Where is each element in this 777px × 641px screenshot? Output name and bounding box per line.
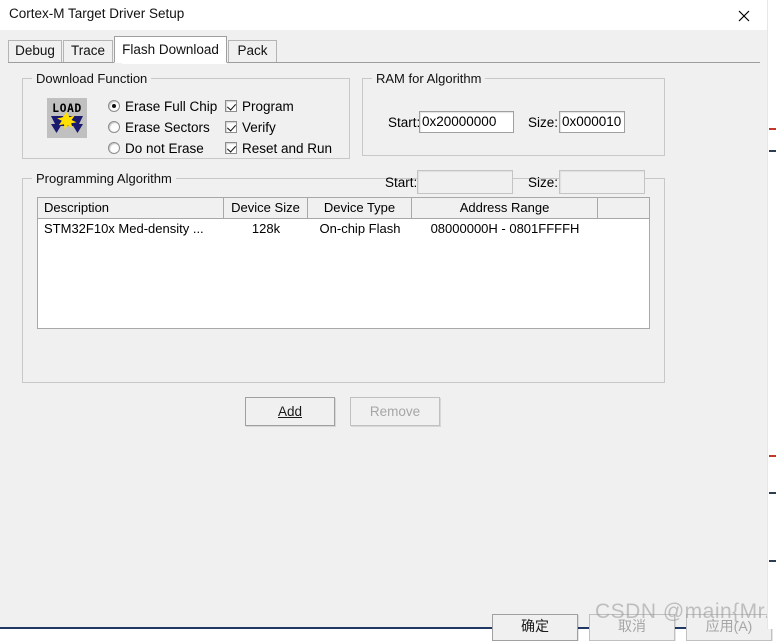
checkbox-indicator xyxy=(225,142,237,154)
download-function-group: Download Function LOAD Erase Full Chip E… xyxy=(22,78,350,159)
tab-flash-download[interactable]: Flash Download xyxy=(114,36,227,63)
window-title: Cortex-M Target Driver Setup xyxy=(9,6,184,21)
tab-pack[interactable]: Pack xyxy=(228,40,277,62)
algorithm-table[interactable]: Description Device Size Device Type Addr… xyxy=(37,197,650,329)
cell-device-size: 128k xyxy=(224,220,308,238)
cell-description: STM32F10x Med-density ... xyxy=(38,220,230,238)
programming-size-label: Size: xyxy=(528,175,558,190)
ram-for-algorithm-title: RAM for Algorithm xyxy=(372,71,485,86)
column-header-description[interactable]: Description xyxy=(38,198,224,218)
checkbox-label: Program xyxy=(242,99,294,114)
tab-debug[interactable]: Debug xyxy=(8,40,62,62)
programming-algorithm-title: Programming Algorithm xyxy=(32,171,176,186)
programming-start-label: Start: xyxy=(385,175,417,190)
programming-size-input[interactable] xyxy=(559,170,645,194)
checkbox-indicator xyxy=(225,121,237,133)
radio-label: Erase Full Chip xyxy=(125,99,217,114)
remove-button: Remove xyxy=(350,397,440,426)
title-bar: Cortex-M Target Driver Setup xyxy=(0,0,767,30)
table-row[interactable]: STM32F10x Med-density ... 128k On-chip F… xyxy=(38,220,649,239)
column-header-address-range[interactable]: Address Range xyxy=(412,198,598,218)
tab-strip: Debug Trace Flash Download Pack xyxy=(8,36,760,62)
cell-address-range: 08000000H - 0801FFFFH xyxy=(412,220,598,238)
programming-start-input[interactable] xyxy=(417,170,513,194)
background-sliver xyxy=(767,0,777,629)
ram-size-label: Size: xyxy=(528,115,558,130)
checkbox-indicator xyxy=(225,100,237,112)
column-header-spacer[interactable] xyxy=(598,198,649,218)
ram-start-input[interactable]: 0x20000000 xyxy=(419,111,514,133)
close-button[interactable] xyxy=(721,0,767,30)
radio-indicator xyxy=(108,121,120,133)
cell-device-type: On-chip Flash xyxy=(308,220,412,238)
ram-for-algorithm-group: RAM for Algorithm Start: 0x20000000 Size… xyxy=(362,78,665,156)
cancel-button[interactable]: 取消 xyxy=(589,614,675,641)
radio-label: Do not Erase xyxy=(125,141,204,156)
table-header-row: Description Device Size Device Type Addr… xyxy=(38,198,649,219)
checkbox-label: Verify xyxy=(242,120,276,135)
ram-size-input[interactable]: 0x000010 xyxy=(559,111,625,133)
download-function-title: Download Function xyxy=(32,71,151,86)
radio-indicator xyxy=(108,142,120,154)
add-button[interactable]: Add xyxy=(245,397,335,426)
close-icon xyxy=(738,10,750,22)
dialog-window: Cortex-M Target Driver Setup Debug Trace… xyxy=(0,0,767,629)
load-icon: LOAD xyxy=(46,97,88,139)
column-header-device-size[interactable]: Device Size xyxy=(224,198,308,218)
ok-button[interactable]: 确定 xyxy=(492,614,578,641)
add-button-label: Add xyxy=(278,404,302,419)
checkbox-label: Reset and Run xyxy=(242,141,332,156)
apply-button[interactable]: 应用(A) xyxy=(686,614,772,641)
active-tab-seam xyxy=(122,63,227,64)
radio-indicator xyxy=(108,100,120,112)
programming-algorithm-group: Programming Algorithm Description Device… xyxy=(22,178,665,383)
column-header-device-type[interactable]: Device Type xyxy=(308,198,412,218)
tab-trace[interactable]: Trace xyxy=(63,40,113,62)
radio-label: Erase Sectors xyxy=(125,120,210,135)
ram-start-label: Start: xyxy=(388,115,420,130)
